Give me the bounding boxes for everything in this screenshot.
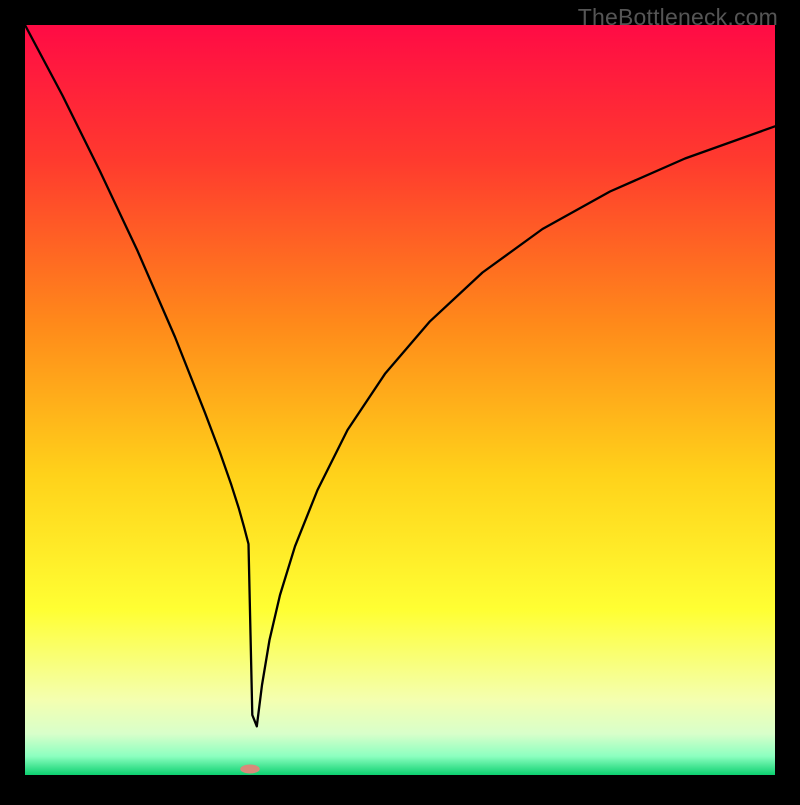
plot-background (25, 25, 775, 775)
bottleneck-chart (0, 0, 800, 800)
min-marker (240, 765, 260, 774)
chart-frame: TheBottleneck.com (0, 0, 800, 800)
watermark-text: TheBottleneck.com (578, 4, 778, 31)
